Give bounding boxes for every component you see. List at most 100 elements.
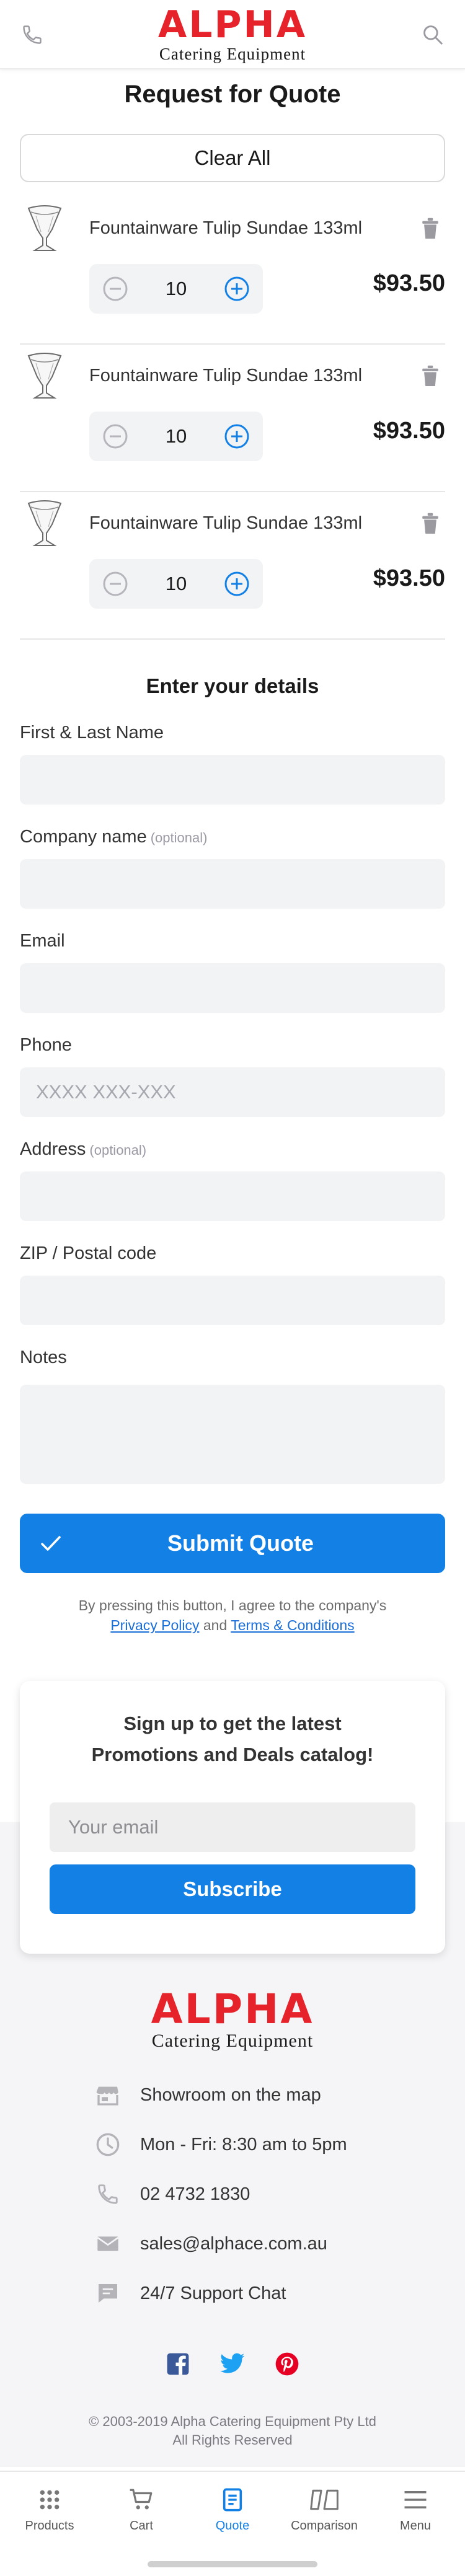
newsletter-email-input[interactable] [50,1802,415,1852]
contact-text: Showroom on the map [140,2084,321,2105]
address-field[interactable] [20,1171,445,1221]
page-title: Request for Quote [124,81,341,108]
newsletter-title-line1: Sign up to get the latest [123,1713,342,1734]
logo-subtext: Catering Equipment [159,45,306,63]
product-image[interactable] [25,497,64,549]
company-label-text: Company name [20,827,147,847]
item-price: $93.50 [373,565,445,591]
quote-icon [214,2484,251,2515]
store-icon [94,2081,122,2109]
phone-icon [94,2181,122,2208]
address-label-text: Address [20,1139,86,1159]
increment-button[interactable] [223,275,250,302]
phone-icon[interactable] [15,17,50,52]
cart-item: Fountainware Tulip Sundae 133ml 10 $93.5… [20,197,445,345]
decrement-button[interactable] [102,570,129,598]
newsletter-title: Sign up to get the latest Promotions and… [20,1708,445,1770]
contact-text: Mon - Fri: 8:30 am to 5pm [140,2134,347,2155]
address-label: Address (optional) [20,1139,146,1160]
disclaimer-text: By pressing this button, I agree to the … [78,1597,387,1613]
compare-icon [306,2484,343,2515]
trash-icon[interactable] [415,358,445,393]
menu-icon [397,2484,434,2515]
cart-item: Fountainware Tulip Sundae 133ml 10 $93.5… [20,345,445,492]
logo-wordmark: ALPHA [157,3,308,46]
brand-logo[interactable]: ALPHA Catering Equipment [140,6,326,63]
nav-item-menu[interactable]: Menu [369,2484,462,2533]
submit-quote-button[interactable]: Submit Quote [20,1514,445,1573]
copyright-line1: © 2003-2019 Alpha Catering Equipment Pty… [89,2414,376,2429]
quantity-value[interactable]: 10 [139,412,213,461]
facebook-icon[interactable] [164,2350,192,2378]
email-field[interactable] [20,963,445,1013]
cart-item: Fountainware Tulip Sundae 133ml 10 $93.5… [20,492,445,640]
search-icon[interactable] [415,17,450,52]
home-indicator[interactable] [148,2561,317,2567]
notes-label: Notes [20,1348,67,1368]
newsletter-title-line2: Promotions and Deals catalog! [91,1744,374,1765]
nav-label: Comparison [291,2519,358,2533]
optional-tag: (optional) [150,830,208,845]
company-field[interactable] [20,859,445,909]
nav-item-products[interactable]: Products [3,2484,96,2533]
quantity-value[interactable]: 10 [139,559,213,609]
app-header: ALPHA Catering Equipment [0,0,465,69]
footer-logo[interactable]: ALPHA Catering Equipment [0,1988,465,2050]
quantity-stepper: 10 [89,559,263,609]
footer-logo-subtext: Catering Equipment [151,2031,314,2051]
divider [20,638,445,640]
email-label: Email [20,931,65,951]
notes-field[interactable] [20,1385,445,1484]
name-label-text: First & Last Name [20,723,164,743]
nav-label: Menu [399,2519,432,2533]
contact-showroom[interactable]: Showroom on the map [94,2078,321,2112]
nav-label: Cart [130,2519,153,2533]
terms-link[interactable]: Terms & Conditions [231,1617,354,1633]
increment-button[interactable] [223,570,250,598]
copyright: © 2003-2019 Alpha Catering Equipment Pty… [0,2412,465,2450]
optional-tag: (optional) [89,1142,147,1158]
item-price: $93.50 [373,270,445,296]
contact-chat[interactable]: 24/7 Support Chat [94,2276,286,2311]
grid-icon [31,2484,68,2515]
privacy-policy-link[interactable]: Privacy Policy [110,1617,199,1633]
name-label: First & Last Name [20,723,164,743]
phone-field[interactable] [20,1067,445,1117]
subscribe-button[interactable]: Subscribe [50,1864,415,1914]
quantity-value[interactable]: 10 [139,264,213,314]
pinterest-icon[interactable] [273,2350,301,2378]
contact-phone[interactable]: 02 4732 1830 [94,2177,250,2212]
contact-text: sales@alphace.com.au [140,2233,327,2254]
quantity-stepper: 10 [89,412,263,461]
nav-item-quote[interactable]: Quote [186,2484,279,2533]
product-image[interactable] [25,350,64,402]
cart-icon [123,2484,160,2515]
decrement-button[interactable] [102,275,129,302]
product-name[interactable]: Fountainware Tulip Sundae 133ml [89,218,362,239]
notes-label-text: Notes [20,1348,67,1367]
increment-button[interactable] [223,423,250,450]
nav-item-comparison[interactable]: Comparison [278,2484,371,2533]
zip-field[interactable] [20,1276,445,1325]
clock-icon [94,2131,122,2158]
bottom-nav: Products Cart Quote Comparison Menu [0,2471,465,2576]
copyright-line2: All Rights Reserved [172,2432,293,2448]
phone-label: Phone [20,1035,72,1056]
contact-email[interactable]: sales@alphace.com.au [94,2226,327,2261]
company-label: Company name (optional) [20,827,207,847]
product-name[interactable]: Fountainware Tulip Sundae 133ml [89,513,362,534]
zip-label-text: ZIP / Postal code [20,1243,157,1263]
submit-label: Submit Quote [167,1530,314,1556]
newsletter-card: Sign up to get the latest Promotions and… [20,1681,445,1954]
decrement-button[interactable] [102,423,129,450]
twitter-icon[interactable] [219,2350,246,2378]
email-label-text: Email [20,931,65,951]
nav-item-cart[interactable]: Cart [95,2484,188,2533]
name-field[interactable] [20,755,445,805]
form-title: Enter your details [146,674,319,697]
trash-icon[interactable] [415,211,445,245]
clear-all-button[interactable]: Clear All [20,134,445,182]
trash-icon[interactable] [415,506,445,540]
product-name[interactable]: Fountainware Tulip Sundae 133ml [89,366,362,386]
product-image[interactable] [25,202,64,254]
